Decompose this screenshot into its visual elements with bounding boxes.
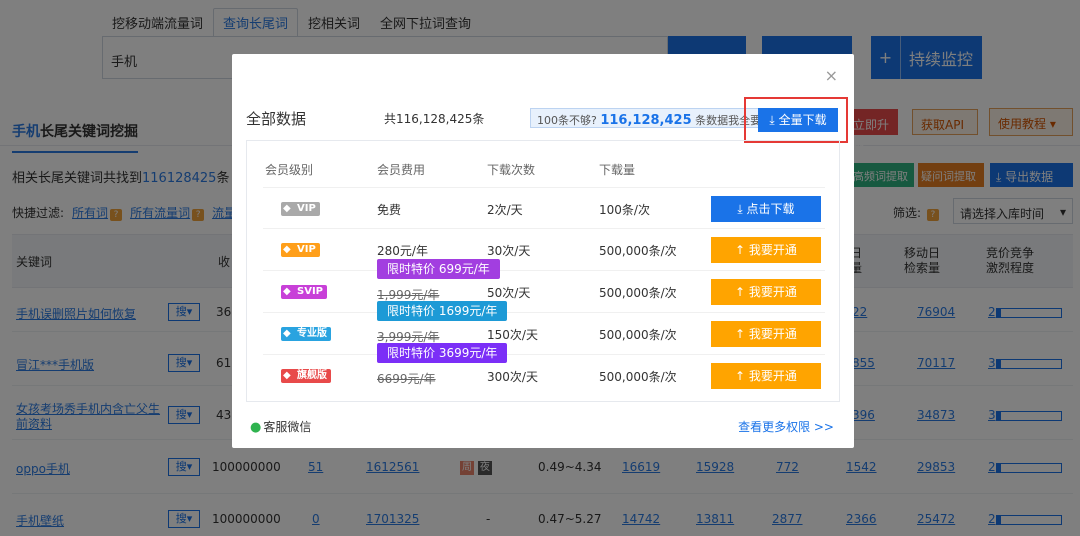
click-download-button[interactable]: ⤓ 点击下载 (711, 196, 821, 222)
plan-row-svip: 限时特价 699元/年 ◆ SVIP 1,999元/年 50次/天 500,000… (263, 259, 825, 313)
wechat-icon: ● (250, 420, 262, 435)
open-pro-button[interactable]: ↑ 我要开通 (711, 321, 821, 347)
diamond-icon: ◆ (283, 286, 291, 297)
modal-title: 全部数据 (246, 110, 307, 128)
open-vip-button[interactable]: ↑ 我要开通 (711, 237, 821, 263)
vip-badge: ◆ VIP (281, 202, 320, 216)
diamond-icon: ◆ (283, 244, 291, 255)
diamond-icon: ◆ (283, 370, 291, 381)
more-permissions-link[interactable]: 查看更多权限 >> (738, 418, 834, 435)
flagship-badge: ◆ 旗舰版 (281, 369, 331, 383)
open-flagship-button[interactable]: ↑ 我要开通 (711, 363, 821, 389)
wechat-support-link[interactable]: ● 客服微信 (250, 418, 311, 435)
highlight-box: ⤓ 全量下载 (744, 97, 848, 143)
diamond-icon: ◆ (283, 328, 291, 339)
download-modal: × 全部数据 共116,128,425条 100条不够? 116,128,425… (232, 54, 854, 448)
plan-row-flagship: 限时特价 3699元/年 ◆ 旗舰版 6699元/年 300次/天 500,000… (263, 343, 825, 397)
bulk-hint: 100条不够? 116,128,425 条数据我全要了 (530, 108, 780, 128)
promo-badge: 限时特价 699元/年 (377, 259, 500, 279)
full-download-button[interactable]: ⤓ 全量下载 (758, 108, 838, 132)
promo-badge: 限时特价 3699元/年 (377, 343, 508, 363)
plan-row-free: ◆ VIP 免费 2次/天 100条/次 ⤓ 点击下载 (263, 187, 825, 229)
plan-row-vip: ◆ VIP 280元/年 30次/天 500,000条/次 ↑ 我要开通 (263, 229, 825, 271)
open-svip-button[interactable]: ↑ 我要开通 (711, 279, 821, 305)
svip-badge: ◆ SVIP (281, 285, 327, 299)
promo-badge: 限时特价 1699元/年 (377, 301, 508, 321)
total-count: 共116,128,425条 (384, 112, 485, 126)
vip-badge: ◆ VIP (281, 243, 320, 257)
pro-badge: ◆ 专业版 (281, 327, 331, 341)
download-icon: ⤓ (769, 113, 775, 127)
plan-row-pro: 限时特价 1699元/年 ◆ 专业版 3,999元/年 150次/天 500,00… (263, 301, 825, 355)
plan-table: 会员级别 会员费用 下载次数 下载量 ◆ VIP 免费 2次/天 100条/次 ⤓… (246, 140, 840, 402)
diamond-icon: ◆ (283, 203, 291, 214)
close-icon[interactable]: × (825, 66, 838, 85)
